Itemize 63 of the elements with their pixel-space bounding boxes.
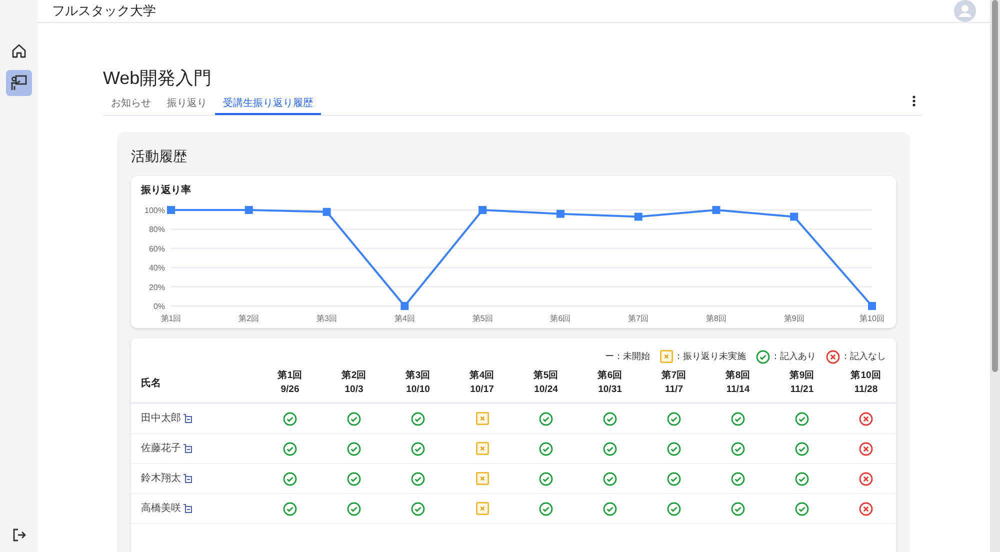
legend-label: ：記入なし [841,350,886,363]
x-tick-label: 第7回 [628,314,649,323]
column-header: 第4回 10/17 [468,369,496,397]
x-tick-label: 第3回 [316,314,337,323]
data-point [400,302,409,310]
y-tick-label: 100% [144,206,165,215]
column-header: 第7回 11/7 [660,369,688,397]
x-tick-label: 第6回 [550,314,571,323]
column-header: 第10回 11/28 [850,369,882,397]
student-name: 田中太郎 [141,412,181,426]
tab[interactable]: 振り返り [159,93,215,115]
column-header: 第6回 10/31 [596,369,624,397]
section-title: 活動履歴 [131,147,188,166]
sidebar-item[interactable] [6,70,32,96]
x-tick-label: 第1回 [160,314,182,323]
tab[interactable]: お知らせ [103,93,159,115]
app-title: フルスタック大学 [52,2,156,20]
column-header: 第8回 11/14 [724,369,752,397]
open-link-icon[interactable] [183,414,192,423]
data-point [478,206,487,214]
more-options-icon[interactable] [912,95,916,107]
x-square-icon [660,350,673,363]
y-tick-label: 20% [148,282,165,292]
teacher-icon [10,74,28,92]
column-header: 氏名 [140,376,162,390]
open-link-icon[interactable] [183,444,192,453]
y-tick-label: 60% [148,244,165,254]
check-circle-icon [756,350,770,364]
open-link-icon[interactable] [183,474,192,483]
x-tick-label: 第9回 [784,314,804,323]
x-tick-label: 第8回 [706,314,726,323]
home-icon [11,43,27,59]
y-tick-label: 0% [153,302,165,311]
y-tick-label: 80% [148,225,165,234]
x-tick-label: 第4回 [394,314,415,323]
x-tick-label: 第2回 [238,314,260,323]
open-link-icon[interactable] [183,504,192,513]
data-point [868,302,876,310]
chart-title: 振り返り率 [140,184,192,198]
data-point [322,208,331,216]
data-point [634,212,642,221]
legend-label: ー：未開始 [605,350,650,363]
x-tick-label: 第5回 [472,314,493,323]
logout-icon[interactable] [12,528,26,542]
column-header: 第1回 9/26 [276,369,304,397]
data-point [244,206,253,214]
column-header: 第3回 10/10 [404,369,432,397]
tab[interactable]: 受講生振り返り履歴 [215,93,321,115]
legend-label: ：記入あり [771,350,816,363]
course-title: Web開発入門 [103,67,213,89]
student-name: 鈴木翔太 [141,472,181,486]
x-tick-label: 第10回 [860,314,884,323]
student-name: 高橋美咲 [141,502,181,516]
data-point [790,212,798,221]
column-header: 第9回 11/21 [788,369,816,397]
y-tick-label: 40% [148,264,165,273]
data-point [712,206,720,214]
column-header: 第5回 10/24 [532,369,560,397]
data-point [167,206,175,214]
column-header: 第2回 10/3 [340,369,368,397]
student-name: 佐藤花子 [141,442,181,456]
legend-label: ：振り返り未実施 [674,350,746,363]
x-circle-icon [826,350,840,364]
